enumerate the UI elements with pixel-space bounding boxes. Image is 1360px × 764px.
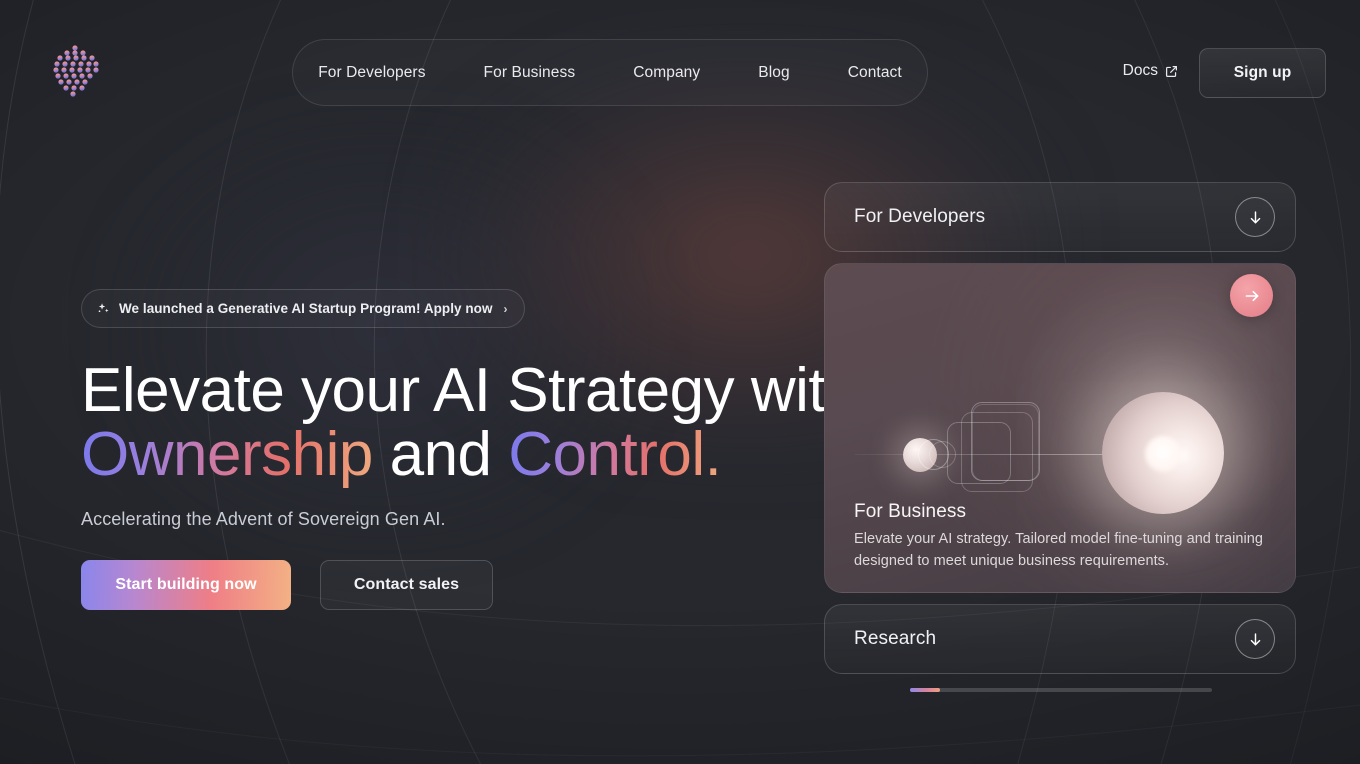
sign-up-button[interactable]: Sign up <box>1199 48 1326 98</box>
large-sphere <box>1102 392 1224 514</box>
page-title: Elevate your AI Strategy with Ownership … <box>81 356 860 490</box>
contact-sales-button[interactable]: Contact sales <box>320 559 493 610</box>
docs-label: Docs <box>1122 62 1158 79</box>
landing-page: For Developers For Business Company Blog… <box>0 0 1360 764</box>
headline-line-1: Elevate your AI Strategy with <box>81 356 860 425</box>
accordion-card-for-developers[interactable]: For Developers <box>824 182 1296 252</box>
progress-fill <box>910 688 941 692</box>
carousel-progress-bar[interactable] <box>910 688 1212 692</box>
large-sphere-core <box>1145 436 1181 472</box>
headline-word-control: Control. <box>508 420 722 490</box>
accordion-card-research[interactable]: Research <box>824 604 1296 674</box>
expand-developers-button[interactable] <box>1235 197 1275 237</box>
arrow-down-icon <box>1250 210 1260 223</box>
progress-track <box>910 688 1212 692</box>
small-ring-inner <box>929 441 956 468</box>
page-subtitle: Accelerating the Advent of Sovereign Gen… <box>81 508 446 529</box>
docs-link[interactable]: Docs <box>1123 62 1178 80</box>
nav-item-for-developers[interactable]: For Developers <box>289 64 454 82</box>
external-link-icon <box>1166 65 1177 77</box>
expand-research-button[interactable] <box>1235 619 1275 659</box>
arrow-down-icon <box>1250 632 1260 645</box>
card-description-for-business: Elevate your AI strategy. Tailored model… <box>854 531 1263 569</box>
arrow-right-icon <box>1245 290 1258 301</box>
sparkle-icon <box>98 303 109 313</box>
small-sphere <box>903 438 937 472</box>
dot-cluster-logo-icon <box>53 45 99 97</box>
site-header: For Developers For Business Company Blog… <box>0 0 1360 146</box>
layer-square-2 <box>961 412 1033 492</box>
main-navigation: For Developers For Business Company Blog… <box>292 39 928 106</box>
layer-square-4 <box>972 404 1039 481</box>
brand-logo[interactable] <box>48 42 106 100</box>
accordion-card-title: Research <box>854 628 937 649</box>
nav-item-contact[interactable]: Contact <box>819 64 931 82</box>
nav-item-blog[interactable]: Blog <box>729 64 818 82</box>
announcement-text: We launched a Generative AI Startup Prog… <box>119 301 493 316</box>
small-ring-outer <box>918 439 949 470</box>
announcement-banner[interactable]: We launched a Generative AI Startup Prog… <box>81 289 525 328</box>
cta-button-group: Start building now Contact sales <box>81 559 859 610</box>
headline-word-ownership: Ownership <box>81 420 373 490</box>
accordion-card-title: For Developers <box>854 206 986 227</box>
chevron-right-icon: › <box>503 301 508 316</box>
open-business-button[interactable] <box>1230 274 1273 317</box>
hero-section: We launched a Generative AI Startup Prog… <box>81 289 860 610</box>
nav-item-for-business[interactable]: For Business <box>455 64 605 82</box>
nav-item-company[interactable]: Company <box>604 64 729 82</box>
layer-square-1 <box>947 422 1011 484</box>
layer-square-3 <box>971 402 1040 481</box>
segment-accordion: For Developers For Business Elevate your… <box>824 182 1296 692</box>
headline-conjunction: and <box>389 420 492 490</box>
accordion-card-for-business[interactable]: For Business Elevate your AI strategy. T… <box>824 263 1296 593</box>
connector-line <box>855 454 1200 455</box>
card-text-block: For Business Elevate your AI strategy. T… <box>854 501 1271 572</box>
start-building-button[interactable]: Start building now <box>81 559 291 610</box>
card-title-for-business: For Business <box>854 501 967 523</box>
